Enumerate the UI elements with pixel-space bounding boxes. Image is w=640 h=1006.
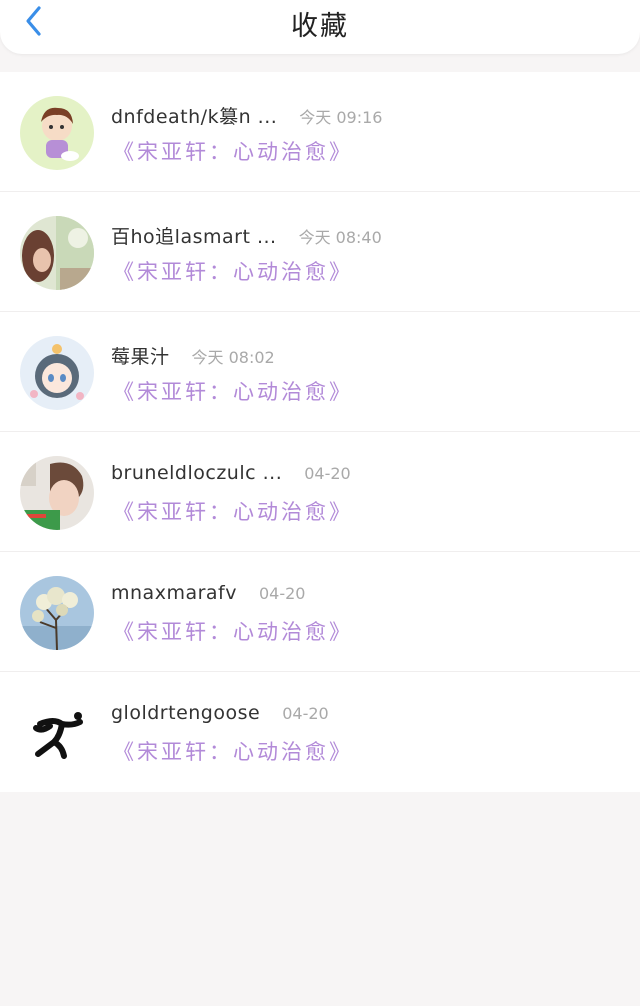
timestamp: 今天 08:40	[298, 228, 382, 247]
username[interactable]: bruneldloczulc ...	[111, 462, 282, 484]
blossom-tree-avatar-icon	[20, 576, 94, 650]
favorite-title-link[interactable]: 《宋亚轩：心动治愈》	[113, 136, 353, 166]
timestamp: 04-20	[282, 704, 329, 723]
list-item[interactable]: gloldrtengoose 04-20 《宋亚轩：心动治愈》	[0, 672, 640, 792]
page-title: 收藏	[291, 11, 349, 42]
list-item[interactable]: dnfdeath/k篡n ... 今天 09:16 《宋亚轩：心动治愈》	[0, 72, 640, 192]
running-figure-avatar-icon	[20, 696, 94, 770]
timestamp: 04-20	[304, 464, 351, 483]
avatar[interactable]	[20, 216, 94, 290]
top-bar: 收藏	[0, 0, 640, 54]
timestamp: 04-20	[258, 584, 306, 603]
avatar[interactable]	[20, 696, 94, 770]
username[interactable]: gloldrtengoose	[111, 702, 260, 724]
favorite-title-link[interactable]: 《宋亚轩：心动治愈》	[113, 736, 353, 766]
username[interactable]: 百ho追lasmart ...	[111, 222, 277, 249]
cartoon-boy-avatar-icon	[20, 96, 94, 170]
list-item[interactable]: 莓果汁 今天 08:02 《宋亚轩：心动治愈》	[0, 312, 640, 432]
list-item[interactable]: 百ho追lasmart ... 今天 08:40 《宋亚轩：心动治愈》	[0, 192, 640, 312]
anime-girl-avatar-icon	[20, 336, 94, 410]
favorite-title-link[interactable]: 《宋亚轩：心动治愈》	[113, 256, 353, 286]
timestamp: 今天 09:16	[299, 108, 383, 127]
avatar[interactable]	[20, 336, 94, 410]
username[interactable]: dnfdeath/k篡n ...	[111, 102, 277, 129]
list-item[interactable]: mnaxmarafv 04-20 《宋亚轩：心动治愈》	[0, 552, 640, 672]
boy-selfie-avatar-icon	[20, 456, 94, 530]
favorite-title-link[interactable]: 《宋亚轩：心动治愈》	[113, 496, 353, 526]
timestamp: 今天 08:02	[191, 348, 275, 367]
favorite-title-link[interactable]: 《宋亚轩：心动治愈》	[113, 616, 353, 646]
username[interactable]: 莓果汁	[111, 342, 170, 369]
avatar[interactable]	[20, 96, 94, 170]
list-item[interactable]: bruneldloczulc ... 04-20 《宋亚轩：心动治愈》	[0, 432, 640, 552]
favorite-title-link[interactable]: 《宋亚轩：心动治愈》	[113, 376, 353, 406]
photo-girl-avatar-icon	[20, 216, 94, 290]
avatar[interactable]	[20, 456, 94, 530]
favorites-list: dnfdeath/k篡n ... 今天 09:16 《宋亚轩：心动治愈》 百ho…	[0, 72, 640, 792]
username[interactable]: mnaxmarafv	[111, 582, 237, 604]
avatar[interactable]	[20, 576, 94, 650]
